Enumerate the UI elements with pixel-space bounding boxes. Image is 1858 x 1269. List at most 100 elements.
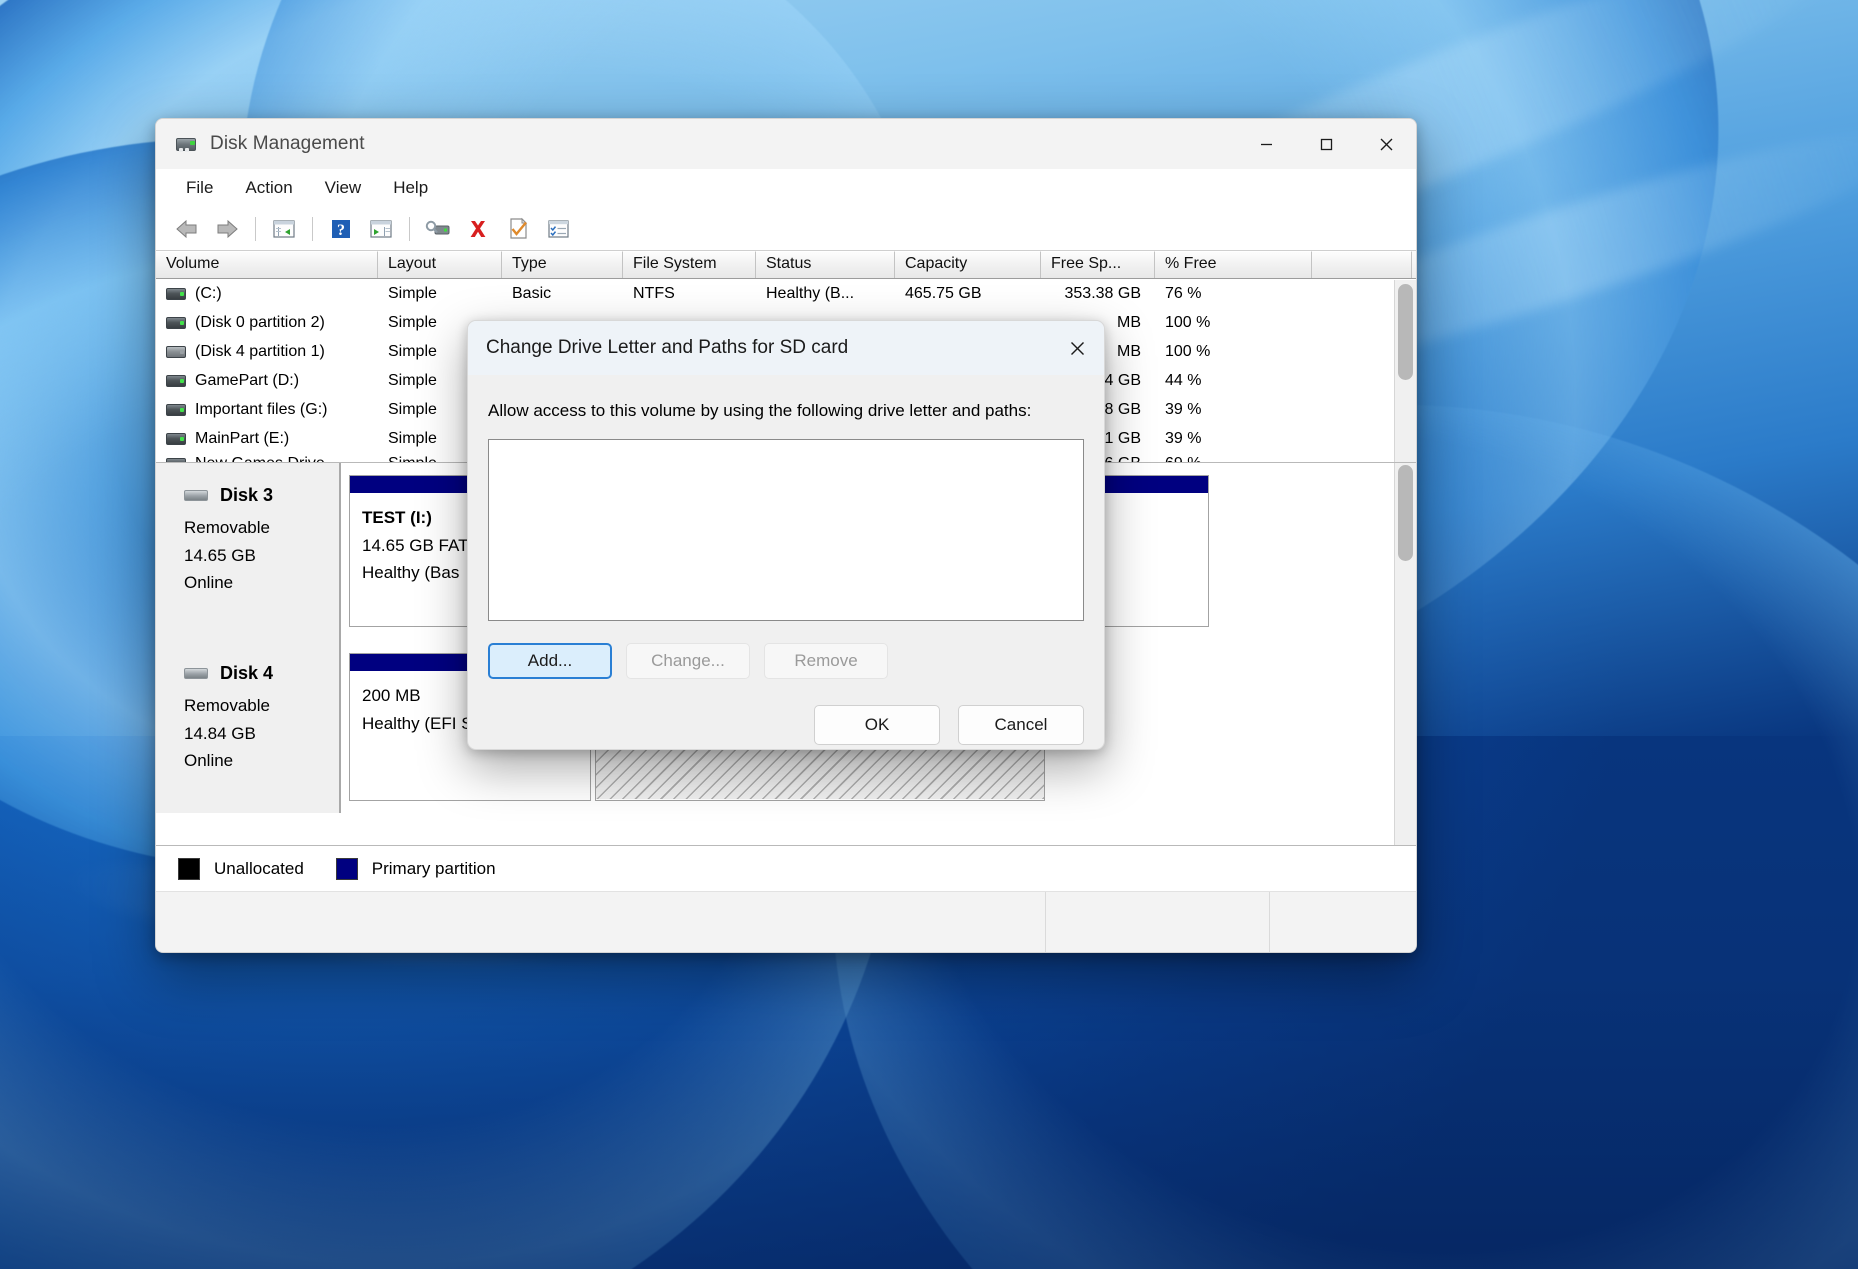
window-title: Disk Management (210, 133, 365, 154)
window-controls (1236, 119, 1416, 169)
properties-icon[interactable] (499, 212, 537, 246)
toolbar: ? (156, 207, 1416, 251)
cell-percent-free: 100 % (1165, 313, 1211, 331)
cell-volume: (C:) (195, 284, 222, 302)
column-header-layout[interactable]: Layout (378, 251, 502, 278)
cell-percent-free: 69 % (1155, 455, 1312, 462)
column-header-volume[interactable]: Volume (156, 251, 378, 278)
dialog-close-button[interactable] (1050, 321, 1104, 375)
svg-text:?: ? (337, 222, 345, 239)
dialog-body: Allow access to this volume by using the… (468, 375, 1104, 679)
cell-layout: Simple (388, 284, 437, 302)
column-header-capacity[interactable]: Capacity (895, 251, 1041, 278)
change-button[interactable]: Change... (626, 643, 750, 679)
show-hide-action-pane-icon[interactable] (362, 212, 400, 246)
volume-icon-online (166, 316, 186, 329)
volume-icon-grey (166, 345, 186, 358)
cell-percent-free: 44 % (1165, 371, 1202, 389)
dialog-titlebar[interactable]: Change Drive Letter and Paths for SD car… (468, 321, 1104, 375)
disk-name: Disk 4 (220, 663, 274, 683)
disk-state: Online (184, 573, 234, 593)
show-hide-console-tree-icon[interactable] (265, 212, 303, 246)
dialog-prompt: Allow access to this volume by using the… (488, 401, 1032, 420)
legend-swatch-primary-partition (335, 857, 358, 880)
disk-kind: Removable (184, 518, 270, 538)
disk-info-disk-4[interactable]: Disk 4 Removable 14.84 GB Online (156, 641, 341, 813)
disk-icon (184, 668, 208, 680)
column-header-status[interactable]: Status (756, 251, 895, 278)
window-titlebar[interactable]: Disk Management (156, 119, 1416, 169)
column-header-file-system[interactable]: File System (623, 251, 756, 278)
disk-management-icon (176, 135, 198, 153)
legend-label-primary-partition: Primary partition (371, 858, 496, 878)
cell-percent-free: 39 % (1165, 400, 1202, 418)
column-header-percent-free[interactable]: % Free (1155, 251, 1312, 278)
legend: Unallocated Primary partition (156, 845, 1416, 891)
graphical-view-scrollbar[interactable] (1394, 463, 1416, 853)
menu-file[interactable]: File (172, 173, 227, 203)
menubar: File Action View Help (156, 169, 1416, 207)
disk-kind: Removable (184, 696, 270, 716)
cell-capacity: 465.75 GB (905, 284, 982, 302)
toolbar-separator (312, 216, 313, 241)
volume-list-scrollbar[interactable] (1394, 280, 1416, 462)
add-button[interactable]: Add... (488, 643, 612, 679)
disk-size: 14.84 GB (184, 723, 256, 743)
dialog-footer: OK Cancel (468, 679, 1104, 745)
column-header-type[interactable]: Type (502, 251, 623, 278)
menu-help[interactable]: Help (379, 173, 442, 203)
cancel-button[interactable]: Cancel (958, 705, 1084, 745)
legend-swatch-unallocated (178, 857, 200, 880)
legend-label-unallocated: Unallocated (214, 858, 304, 878)
toolbar-separator (409, 216, 410, 241)
scrollbar-thumb[interactable] (1398, 284, 1413, 380)
cell-volume: (Disk 4 partition 1) (195, 342, 325, 360)
drive-letter-paths-list[interactable] (488, 439, 1084, 621)
cell-percent-free: 100 % (1165, 342, 1211, 360)
cell-volume: New Games Drive (195, 455, 325, 462)
dialog-title: Change Drive Letter and Paths for SD car… (486, 337, 849, 358)
column-header-free-space[interactable]: Free Sp... (1041, 251, 1155, 278)
change-drive-letter-dialog: Change Drive Letter and Paths for SD car… (467, 320, 1105, 750)
maximize-button[interactable] (1296, 119, 1356, 169)
back-icon[interactable] (168, 212, 206, 246)
rescan-disks-icon[interactable] (419, 212, 457, 246)
disk-state: Online (184, 751, 234, 771)
statusbar (156, 891, 1416, 952)
remove-button[interactable]: Remove (764, 643, 888, 679)
ok-button[interactable]: OK (814, 705, 940, 745)
cell-volume: Important files (G:) (195, 400, 328, 418)
statusbar-cell-1 (156, 892, 1046, 952)
cell-status: Healthy (B... (766, 284, 855, 302)
minimize-button[interactable] (1236, 119, 1296, 169)
volume-list-header: Volume Layout Type File System Status Ca… (156, 251, 1416, 279)
statusbar-cell-2 (1046, 892, 1270, 952)
cell-file-system: NTFS (633, 284, 675, 302)
table-row[interactable]: (C:) Simple Basic NTFS Healthy (B... 465… (156, 279, 1416, 308)
column-header-spacer (1312, 251, 1412, 278)
toolbar-separator (255, 216, 256, 241)
disk-info-disk-3[interactable]: Disk 3 Removable 14.65 GB Online (156, 463, 341, 641)
volume-icon-online (166, 287, 186, 300)
disk-size: 14.65 GB (184, 545, 256, 565)
cell-volume: MainPart (E:) (195, 429, 290, 447)
menu-view[interactable]: View (311, 173, 376, 203)
cell-volume: GamePart (D:) (195, 371, 300, 389)
volume-icon-online (166, 403, 186, 416)
show-list-icon[interactable] (539, 212, 577, 246)
cell-free-space: 353.38 GB (1064, 284, 1142, 302)
cell-percent-free: 76 % (1165, 284, 1202, 302)
forward-icon[interactable] (208, 212, 246, 246)
cell-percent-free: 39 % (1165, 429, 1202, 447)
volume-icon-online (166, 432, 186, 445)
cell-volume: (Disk 0 partition 2) (195, 313, 325, 331)
close-button[interactable] (1356, 119, 1416, 169)
scrollbar-thumb[interactable] (1398, 465, 1413, 561)
help-icon[interactable]: ? (322, 212, 360, 246)
disk-icon (184, 490, 208, 502)
cell-type: Basic (512, 284, 552, 302)
menu-action[interactable]: Action (231, 173, 306, 203)
delete-icon[interactable] (459, 212, 497, 246)
statusbar-cell-3 (1270, 892, 1416, 952)
volume-icon-online (166, 374, 186, 387)
